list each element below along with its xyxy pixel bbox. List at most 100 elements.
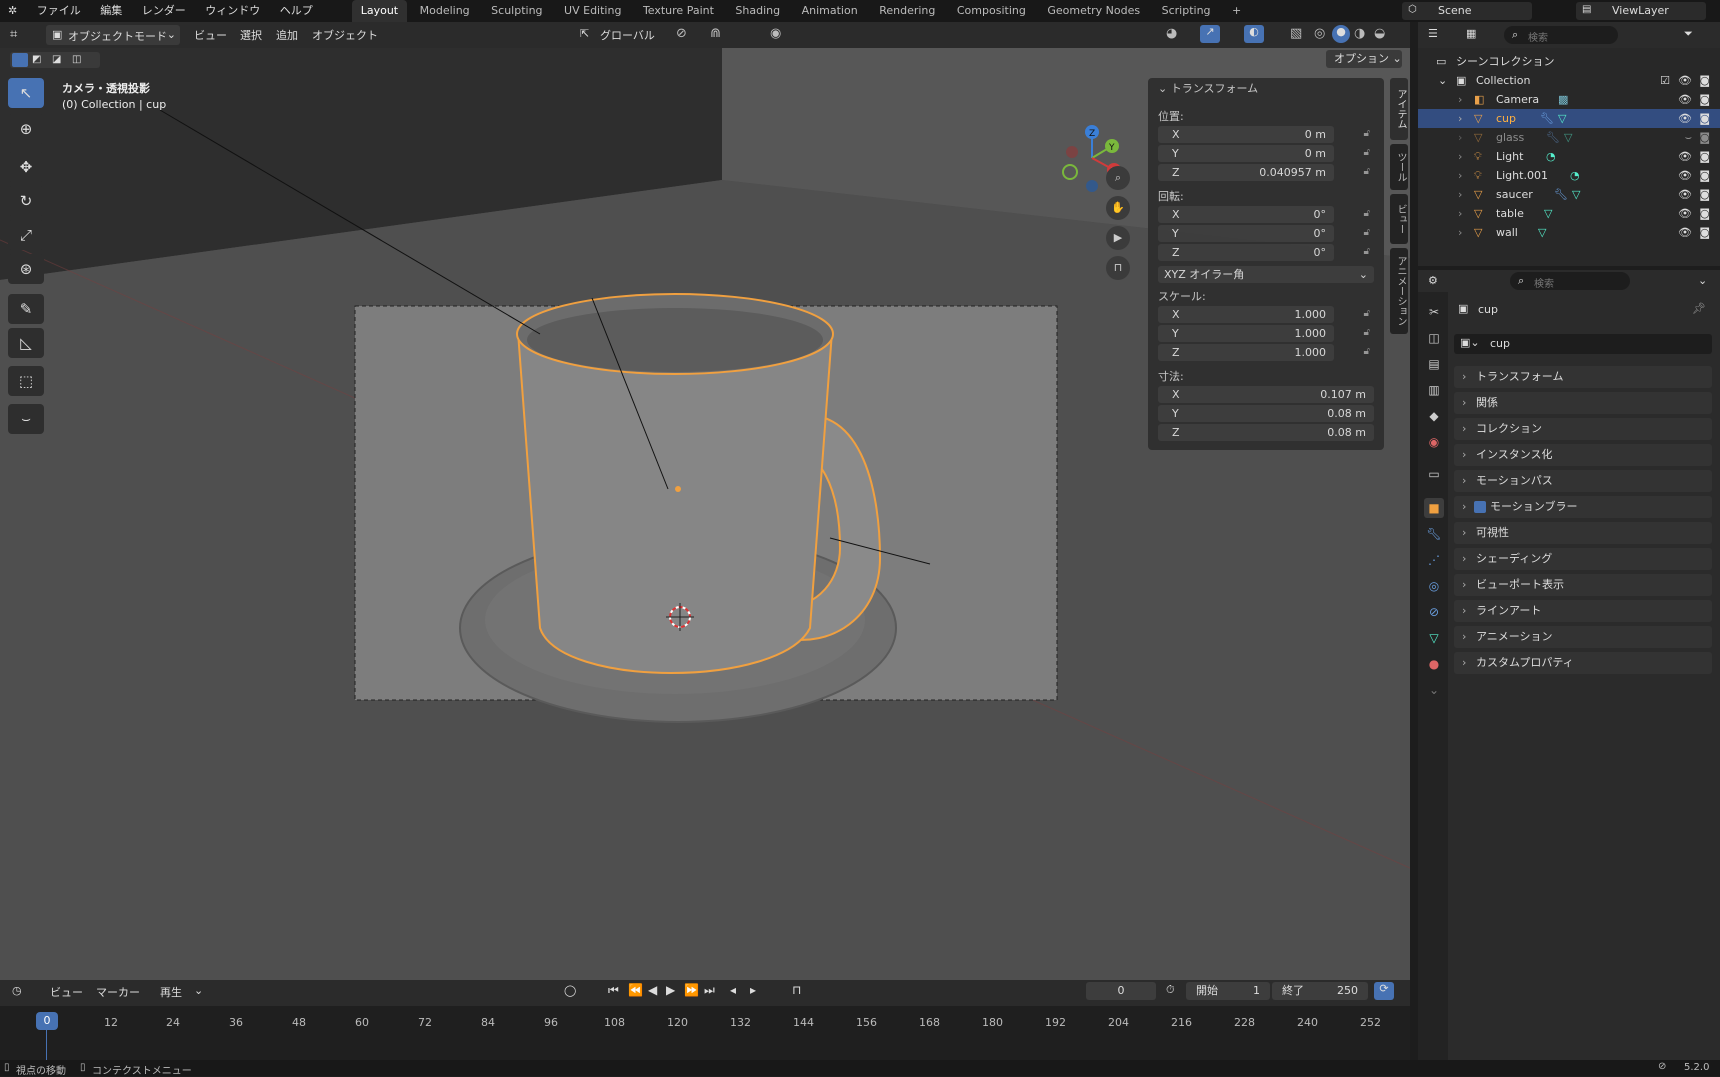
lock-icon[interactable]: 🔓︎ bbox=[1364, 208, 1370, 219]
start-frame-field[interactable]: 開始 1 bbox=[1186, 982, 1270, 1000]
select-box-tool[interactable]: ↖ bbox=[8, 78, 44, 108]
select-new-icon[interactable] bbox=[12, 53, 28, 67]
rotation-y-field[interactable]: Y 0° bbox=[1158, 225, 1334, 242]
section-relations[interactable]: 関係 bbox=[1454, 392, 1712, 414]
menu-file[interactable]: ファイル bbox=[29, 0, 89, 22]
outliner-collection[interactable]: ⌄ ▣ Collection ☑ 👁︎ ◙ bbox=[1418, 71, 1720, 90]
camera-view-icon[interactable]: ▶ bbox=[1106, 226, 1130, 250]
chevron-down-icon[interactable]: ⌄ bbox=[1698, 274, 1707, 287]
dimensions-y-field[interactable]: Y 0.08 m bbox=[1158, 405, 1374, 422]
options-dropdown[interactable]: オプション ⌄ bbox=[1326, 50, 1402, 68]
location-y-field[interactable]: Y 0 m bbox=[1158, 145, 1334, 162]
eye-icon[interactable]: 👁︎ bbox=[1678, 147, 1692, 166]
outliner-item-table[interactable]: › ▽ table ▽ 👁︎ ◙ bbox=[1418, 204, 1720, 223]
tab-tool[interactable]: ツール bbox=[1390, 144, 1408, 190]
shear-tool[interactable]: ⌣ bbox=[8, 404, 44, 434]
select-extend-icon[interactable]: ◩ bbox=[32, 54, 41, 65]
outliner-item-saucer[interactable]: › ▽ saucer 🔧︎ ▽ 👁︎ ◙ bbox=[1418, 185, 1720, 204]
tab-rendering[interactable]: Rendering bbox=[870, 0, 944, 22]
editor-type-icon[interactable]: ◷ bbox=[12, 984, 22, 997]
section-motion-blur[interactable]: モーションブラー bbox=[1454, 496, 1712, 518]
jump-start-icon[interactable]: ⏮ bbox=[608, 983, 619, 998]
measure-tool[interactable]: ◺ bbox=[8, 328, 44, 358]
next-keyframe-icon[interactable]: ⏩ bbox=[684, 983, 699, 997]
filter-icon[interactable]: ⏷ bbox=[1684, 27, 1693, 41]
checkbox-icon[interactable] bbox=[1474, 501, 1486, 513]
select-subtract-icon[interactable]: ◪ bbox=[52, 54, 61, 65]
tab-view[interactable]: ビュー bbox=[1390, 194, 1408, 244]
tab-item[interactable]: アイテム bbox=[1390, 78, 1408, 140]
rotation-mode-dropdown[interactable]: XYZ オイラー角 ⌄ bbox=[1158, 266, 1374, 283]
particles-tab-icon[interactable]: ⋰ bbox=[1424, 550, 1444, 570]
stopwatch-icon[interactable]: ⏱ bbox=[1166, 983, 1175, 997]
scene-tab-icon[interactable]: ◆ bbox=[1424, 406, 1444, 426]
tab-animation[interactable]: Animation bbox=[793, 0, 867, 22]
output-tab-icon[interactable]: ▤ bbox=[1424, 354, 1444, 374]
tab-geometry-nodes[interactable]: Geometry Nodes bbox=[1038, 0, 1149, 22]
camera-render-icon[interactable]: ◙ bbox=[1699, 166, 1710, 185]
camera-render-icon[interactable]: ◙ bbox=[1699, 109, 1710, 128]
lock-view-icon[interactable]: ⊓ bbox=[1106, 256, 1130, 280]
tab-sculpting[interactable]: Sculpting bbox=[482, 0, 551, 22]
eye-icon[interactable]: 👁︎ bbox=[1678, 223, 1692, 242]
section-viewport-display[interactable]: ビューポート表示 bbox=[1454, 574, 1712, 596]
camera-render-icon[interactable]: ◙ bbox=[1699, 147, 1710, 166]
eye-icon[interactable]: 👁︎ bbox=[1678, 166, 1692, 185]
pan-hand-icon[interactable]: ✋ bbox=[1106, 196, 1130, 220]
tab-texture-paint[interactable]: Texture Paint bbox=[634, 0, 723, 22]
menu-view[interactable]: ビュー bbox=[194, 27, 227, 43]
section-instancing[interactable]: インスタンス化 bbox=[1454, 444, 1712, 466]
eye-icon[interactable]: 👁︎ bbox=[1678, 185, 1692, 204]
eye-icon[interactable]: 👁︎ bbox=[1678, 90, 1692, 109]
timeline-menu-playback[interactable]: 再生 bbox=[160, 984, 182, 1000]
rotation-z-field[interactable]: Z 0° bbox=[1158, 244, 1334, 261]
object-name-field[interactable]: ▣⌄ cup bbox=[1454, 334, 1712, 354]
collection-tab-icon[interactable]: ▭ bbox=[1424, 464, 1444, 484]
lock-icon[interactable]: 🔓︎ bbox=[1364, 128, 1370, 139]
menu-select[interactable]: 選択 bbox=[240, 27, 262, 43]
menu-window[interactable]: ウィンドウ bbox=[197, 0, 268, 22]
proportional-edit-icon[interactable]: ◉ bbox=[770, 26, 781, 41]
timeline-menu-marker[interactable]: マーカー bbox=[96, 984, 140, 1000]
outliner-item-wall[interactable]: › ▽ wall ▽ 👁︎ ◙ bbox=[1418, 223, 1720, 242]
section-visibility[interactable]: 可視性 bbox=[1454, 522, 1712, 544]
menu-object[interactable]: オブジェクト bbox=[312, 27, 378, 43]
world-tab-icon[interactable]: ◉ bbox=[1424, 432, 1444, 452]
rotate-tool[interactable]: ↻ bbox=[8, 186, 44, 216]
orientation-dropdown[interactable]: グローバル bbox=[600, 27, 655, 43]
transform-tool[interactable]: ⊛ bbox=[8, 254, 44, 284]
add-workspace-icon[interactable]: + bbox=[1223, 0, 1250, 22]
lock-icon[interactable]: 🔓︎ bbox=[1364, 166, 1370, 177]
menu-edit[interactable]: 編集 bbox=[92, 0, 130, 22]
lock-icon[interactable]: 🔓︎ bbox=[1364, 308, 1370, 319]
properties-search-input[interactable]: ⌕ 検索 bbox=[1510, 272, 1630, 290]
section-motion-paths[interactable]: モーションパス bbox=[1454, 470, 1712, 492]
mode-dropdown[interactable]: ▣ オブジェクトモード ⌄ bbox=[46, 25, 180, 45]
lock-icon[interactable]: 🔓︎ bbox=[1364, 227, 1370, 238]
outliner-item-light[interactable]: › 💡︎ Light ◔ 👁︎ ◙ bbox=[1418, 147, 1720, 166]
scale-y-field[interactable]: Y 1.000 bbox=[1158, 325, 1334, 342]
editor-type-icon[interactable]: ☰ bbox=[1428, 27, 1438, 40]
timeline-menu-view[interactable]: ビュー bbox=[50, 984, 83, 1000]
tab-modeling[interactable]: Modeling bbox=[411, 0, 479, 22]
constraints-tab-icon[interactable]: ⊘ bbox=[1424, 602, 1444, 622]
location-z-field[interactable]: Z 0.040957 m bbox=[1158, 164, 1334, 181]
outliner-scene-collection[interactable]: ▭ シーンコレクション bbox=[1418, 52, 1720, 71]
auto-key-icon[interactable]: ⊓ bbox=[792, 983, 801, 997]
section-line-art[interactable]: ラインアート bbox=[1454, 600, 1712, 622]
camera-render-icon[interactable]: ◙ bbox=[1699, 185, 1710, 204]
editor-type-icon[interactable]: ⌗ bbox=[10, 27, 17, 42]
jump-end-icon[interactable]: ⏭ bbox=[704, 983, 715, 998]
tab-animation-npanel[interactable]: アニメーション bbox=[1390, 248, 1408, 334]
tab-layout[interactable]: Layout bbox=[351, 0, 408, 22]
scale-z-field[interactable]: Z 1.000 bbox=[1158, 344, 1334, 361]
cup-body[interactable] bbox=[516, 331, 834, 674]
material-shading-icon[interactable]: ◑ bbox=[1354, 26, 1365, 41]
section-transform[interactable]: トランスフォーム bbox=[1454, 366, 1712, 388]
keyframe-icon[interactable]: ◯ bbox=[564, 984, 576, 997]
outliner-item-glass[interactable]: › ▽ glass 🔧︎ ▽ ⌣ ◙ bbox=[1418, 128, 1720, 147]
camera-render-icon[interactable]: ◙ bbox=[1699, 90, 1710, 109]
camera-render-icon[interactable]: ◙ bbox=[1699, 204, 1710, 223]
tab-shading[interactable]: Shading bbox=[726, 0, 789, 22]
section-animation[interactable]: アニメーション bbox=[1454, 626, 1712, 648]
